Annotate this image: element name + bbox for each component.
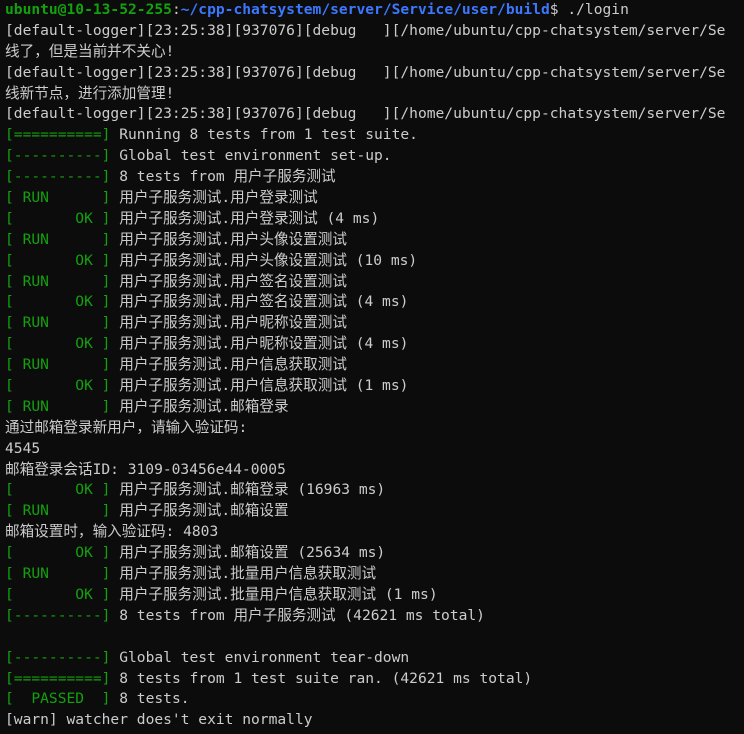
terminal-window[interactable]: ubuntu@10-13-52-255:~/cpp-chatsystem/ser…: [0, 0, 744, 734]
output-line: [ RUN ] 用户子服务测试.邮箱设置: [0, 501, 744, 522]
output-line: [----------] Global test environment tea…: [0, 648, 744, 669]
output-text: Running 8 tests from 1 test suite.: [110, 126, 418, 144]
test-status-tag: [==========]: [5, 126, 111, 144]
output-line: [ RUN ] 用户子服务测试.邮箱登录: [0, 397, 744, 418]
output-text: 8 tests from 用户子服务测试 (42621 ms total): [110, 606, 485, 624]
output-line: 邮箱登录会话ID: 3109-03456e44-0005: [0, 460, 744, 481]
test-status-tag: [ OK ]: [5, 335, 111, 353]
output-line: [----------] 8 tests from 用户子服务测试: [0, 167, 744, 188]
output-line: [ OK ] 用户子服务测试.邮箱设置 (25634 ms): [0, 543, 744, 564]
test-status-tag: [----------]: [5, 606, 111, 624]
output-line: 邮箱设置时，输入验证码: 4803: [0, 522, 744, 543]
output-text: 用户子服务测试.用户登录测试: [110, 189, 318, 207]
output-text: 用户子服务测试.邮箱登录: [110, 397, 289, 415]
test-status-tag: [----------]: [5, 648, 111, 666]
output-line: [default-logger][23:25:38][937076][debug…: [0, 104, 744, 125]
prompt-line: ubuntu@10-13-52-255:~/cpp-chatsystem/ser…: [0, 0, 744, 21]
test-status-tag: [ RUN ]: [5, 230, 111, 248]
output-line: 通过邮箱登录新用户，请输入验证码:: [0, 418, 744, 439]
output-line: [default-logger][23:25:38][937076][debug…: [0, 21, 744, 42]
output-text: Global test environment tear-down: [110, 648, 410, 666]
test-status-tag: [ RUN ]: [5, 356, 111, 374]
output-line: [default-logger][23:25:38][937076][debug…: [0, 63, 744, 84]
test-status-tag: [ RUN ]: [5, 502, 111, 520]
prompt-user-host: ubuntu@10-13-52-255: [5, 1, 172, 18]
output-line: [----------] 8 tests from 用户子服务测试 (42621…: [0, 606, 744, 627]
output-text: 邮箱设置时，输入验证码: 4803: [5, 523, 219, 541]
output-text: 线新节点，进行添加管理!: [5, 84, 175, 102]
output-text: 4545: [5, 439, 41, 457]
output-text: 8 tests from 1 test suite ran. (42621 ms…: [110, 669, 533, 687]
output-line: [warn] watcher does't exit normally: [0, 710, 744, 731]
test-status-tag: [ OK ]: [5, 544, 111, 562]
test-status-tag: [ OK ]: [5, 293, 111, 311]
output-text: 8 tests.: [110, 690, 190, 708]
test-status-tag: [ OK ]: [5, 209, 111, 227]
test-status-tag: [==========]: [5, 669, 111, 687]
output-text: 用户子服务测试.用户信息获取测试 (1 ms): [110, 377, 409, 395]
prompt-command: ./login: [558, 1, 629, 18]
output-line: [ OK ] 用户子服务测试.用户头像设置测试 (10 ms): [0, 251, 744, 272]
output-line: [ OK ] 用户子服务测试.用户信息获取测试 (1 ms): [0, 376, 744, 397]
output-text: 8 tests from 用户子服务测试: [110, 168, 336, 186]
output-text: 用户子服务测试.用户签名设置测试: [110, 272, 347, 290]
test-status-tag: [ OK ]: [5, 585, 111, 603]
output-text: [default-logger][23:25:38][937076][debug…: [5, 63, 726, 81]
output-line: [ RUN ] 用户子服务测试.用户信息获取测试: [0, 355, 744, 376]
output-line: 线新节点，进行添加管理!: [0, 84, 744, 105]
output-text: 用户子服务测试.邮箱设置 (25634 ms): [110, 544, 386, 562]
output-line: [ RUN ] 用户子服务测试.用户签名设置测试: [0, 272, 744, 293]
test-status-tag: [ RUN ]: [5, 272, 111, 290]
test-status-tag: [ OK ]: [5, 377, 111, 395]
test-status-tag: [ RUN ]: [5, 397, 111, 415]
output-text: 用户子服务测试.用户头像设置测试: [110, 230, 347, 248]
output-line: 4545: [0, 439, 744, 460]
output-line: [ OK ] 用户子服务测试.用户昵称设置测试 (4 ms): [0, 334, 744, 355]
output-line: [----------] Global test environment set…: [0, 146, 744, 167]
output-text: [warn] watcher does't exit normally: [5, 711, 313, 729]
output-text: 用户子服务测试.用户签名设置测试 (4 ms): [110, 293, 409, 311]
output-text: Global test environment set-up.: [110, 147, 392, 165]
output-text: [default-logger][23:25:38][937076][debug…: [5, 105, 726, 123]
output-line: [ OK ] 用户子服务测试.用户签名设置测试 (4 ms): [0, 292, 744, 313]
test-status-tag: [ OK ]: [5, 251, 111, 269]
output-line: [ PASSED ] 8 tests.: [0, 689, 744, 710]
output-line: [ RUN ] 用户子服务测试.用户登录测试: [0, 188, 744, 209]
terminal-output: [default-logger][23:25:38][937076][debug…: [0, 21, 744, 731]
output-text: 用户子服务测试.邮箱登录 (16963 ms): [110, 481, 386, 499]
test-status-tag: [ RUN ]: [5, 189, 111, 207]
output-line: [==========] 8 tests from 1 test suite r…: [0, 669, 744, 690]
output-line: 线了，但是当前并不关心!: [0, 42, 744, 63]
test-status-tag: [ RUN ]: [5, 565, 111, 583]
output-text: 用户子服务测试.用户登录测试 (4 ms): [110, 209, 380, 227]
output-text: 线了，但是当前并不关心!: [5, 42, 175, 60]
output-text: 用户子服务测试.用户头像设置测试 (10 ms): [110, 251, 418, 269]
output-text: 用户子服务测试.用户昵称设置测试: [110, 314, 347, 332]
output-line: [==========] Running 8 tests from 1 test…: [0, 125, 744, 146]
prompt-separator: :: [171, 1, 181, 18]
output-line: [ RUN ] 用户子服务测试.用户头像设置测试: [0, 230, 744, 251]
output-text: 邮箱登录会话ID: 3109-03456e44-0005: [5, 460, 286, 478]
test-status-tag: [ PASSED ]: [5, 690, 111, 708]
test-status-tag: [----------]: [5, 147, 111, 165]
output-text: 通过邮箱登录新用户，请输入验证码:: [5, 418, 248, 436]
output-line: [ OK ] 用户子服务测试.用户登录测试 (4 ms): [0, 209, 744, 230]
output-text: [default-logger][23:25:38][937076][debug…: [5, 21, 726, 39]
output-line: [ RUN ] 用户子服务测试.批量用户信息获取测试: [0, 564, 744, 585]
test-status-tag: [ RUN ]: [5, 314, 111, 332]
prompt-symbol: $: [549, 1, 559, 18]
prompt-path: ~/cpp-chatsystem/server/Service/user/bui…: [180, 1, 550, 18]
output-text: 用户子服务测试.批量用户信息获取测试 (1 ms): [110, 585, 438, 603]
output-line: [ RUN ] 用户子服务测试.用户昵称设置测试: [0, 313, 744, 334]
test-status-tag: [ OK ]: [5, 481, 111, 499]
output-line: [ OK ] 用户子服务测试.邮箱登录 (16963 ms): [0, 480, 744, 501]
output-line: [ OK ] 用户子服务测试.批量用户信息获取测试 (1 ms): [0, 585, 744, 606]
test-status-tag: [----------]: [5, 168, 111, 186]
output-text: 用户子服务测试.用户昵称设置测试 (4 ms): [110, 335, 409, 353]
output-text: 用户子服务测试.批量用户信息获取测试: [110, 565, 377, 583]
output-text: 用户子服务测试.用户信息获取测试: [110, 356, 347, 374]
output-text: 用户子服务测试.邮箱设置: [110, 502, 289, 520]
